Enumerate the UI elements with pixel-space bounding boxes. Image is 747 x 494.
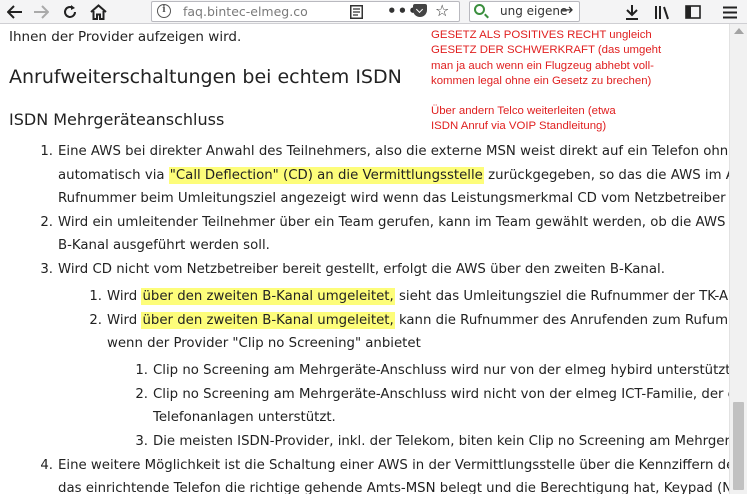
highlighted-text: "Call Deflection" (CD) an die Vermittlun… xyxy=(168,167,484,184)
list-number: 1. xyxy=(40,144,53,159)
list-item-text: Rufnummer beim Umleitungsziel angezeigt … xyxy=(58,191,729,206)
sidebar-icon[interactable] xyxy=(683,2,703,22)
list-item-text: Telefonanlagen unterstützt. xyxy=(153,410,336,425)
list-item-text: Eine weitere Möglichkeit ist die Schaltu… xyxy=(58,458,729,473)
site-info-icon[interactable]: i xyxy=(157,4,171,18)
list-number: 3. xyxy=(40,262,53,277)
scrollbar-thumb[interactable] xyxy=(733,402,744,490)
url-bar[interactable]: i faq.bintec-elmeg.com/ ••• ☆ xyxy=(151,1,460,22)
back-icon[interactable] xyxy=(5,2,25,22)
page-heading: Anrufweiterschaltungen bei echtem ISDN xyxy=(9,66,402,88)
library-icon[interactable] xyxy=(652,2,672,22)
url-text[interactable]: faq.bintec-elmeg.com/ xyxy=(183,4,308,19)
highlighted-text: über den zweiten B-Kanal umgeleitet, xyxy=(141,312,395,329)
intro-line: Ihnen der Provider aufzeigen wird. xyxy=(9,29,242,45)
forward-icon[interactable] xyxy=(31,2,51,22)
list-item-text: Clip no Screening am Mehrgeräte-Anschlus… xyxy=(153,387,729,402)
list-item-text: Wird ein umleitender Teilnehmer über ein… xyxy=(58,215,729,230)
home-icon[interactable] xyxy=(88,2,108,22)
annotation-line: kommen legal ohne ein Gesetz zu brechen) xyxy=(431,74,652,87)
annotation-line: ISDN Anruf via VOIP Standleitung) xyxy=(431,120,607,133)
search-input[interactable]: ung eigene xyxy=(500,4,567,18)
text-segment: automatisch via xyxy=(58,168,169,183)
text-segment: Wird xyxy=(107,289,142,304)
list-item-text: automatisch via "Call Deflection" (CD) a… xyxy=(58,167,729,184)
text-segment: Wird xyxy=(107,313,142,328)
vertical-scrollbar[interactable] xyxy=(729,24,747,494)
annotation-line: Über andern Telco weiterleiten (etwa xyxy=(431,105,616,118)
section-heading: ISDN Mehrgeräteanschluss xyxy=(9,110,225,129)
list-item-text: Die meisten ISDN-Provider, inkl. der Tel… xyxy=(153,434,729,449)
list-item-text: Wird über den zweiten B-Kanal umgeleitet… xyxy=(107,288,729,305)
list-number: 2. xyxy=(135,387,148,402)
pocket-icon[interactable] xyxy=(413,4,427,17)
list-number: 1. xyxy=(135,363,148,378)
text-segment: zurückgegeben, so das die AWS im Amt erf… xyxy=(488,168,729,183)
text-segment: kann die Rufnummer des Anrufenden zum Ru… xyxy=(398,313,729,328)
list-item-text: wenn der Provider "Clip no Screening" an… xyxy=(107,336,421,351)
list-item-text: Clip no Screening am Mehrgeräte-Anschlus… xyxy=(153,363,729,378)
list-number: 2. xyxy=(89,313,102,328)
text-segment: sieht das Umleitungsziel die Rufnummer d… xyxy=(394,289,729,304)
annotation-line: GESETZ DER SCHWERKRAFT (das umgeht xyxy=(431,44,662,57)
reader-view-icon[interactable] xyxy=(350,4,363,19)
download-icon[interactable] xyxy=(622,2,642,22)
search-go-icon[interactable]: → xyxy=(560,0,573,19)
annotation-note: GESETZ ALS POSITIVES RECHT ungleich GESE… xyxy=(431,28,661,135)
highlighted-text: über den zweiten B-Kanal umgeleitet, xyxy=(141,288,395,305)
annotation-line: GESETZ ALS POSITIVES RECHT ungleich xyxy=(431,29,652,41)
list-item-text: B-Kanal ausgeführt werden soll. xyxy=(58,238,270,253)
list-number: 1. xyxy=(89,289,102,304)
browser-toolbar: i faq.bintec-elmeg.com/ ••• ☆ ung eigene… xyxy=(0,0,747,24)
bookmark-star-icon[interactable]: ☆ xyxy=(435,1,449,20)
search-icon xyxy=(474,4,485,15)
list-number: 2. xyxy=(40,215,53,230)
annotation-line: man ja auch wenn ein Flugzeug abhebt vol… xyxy=(431,59,654,72)
list-item-text: Eine AWS bei direkter Anwahl des Teilneh… xyxy=(58,144,729,159)
list-number: 3. xyxy=(135,434,148,449)
scroll-up-arrow-icon[interactable] xyxy=(734,28,744,34)
list-item-text: Wird CD nicht vom Netzbetreiber bereit g… xyxy=(58,262,665,277)
page-content: Ihnen der Provider aufzeigen wird. Anruf… xyxy=(0,24,729,494)
list-item-text: Wird über den zweiten B-Kanal umgeleitet… xyxy=(107,312,729,329)
list-number: 4. xyxy=(40,458,53,473)
menu-icon[interactable] xyxy=(720,2,740,22)
search-bar[interactable]: ung eigene → xyxy=(469,0,580,22)
reload-icon[interactable] xyxy=(60,2,80,22)
list-item-text: das einrichtende Telefon die richtige ge… xyxy=(58,481,729,494)
annotation-line xyxy=(431,89,661,104)
